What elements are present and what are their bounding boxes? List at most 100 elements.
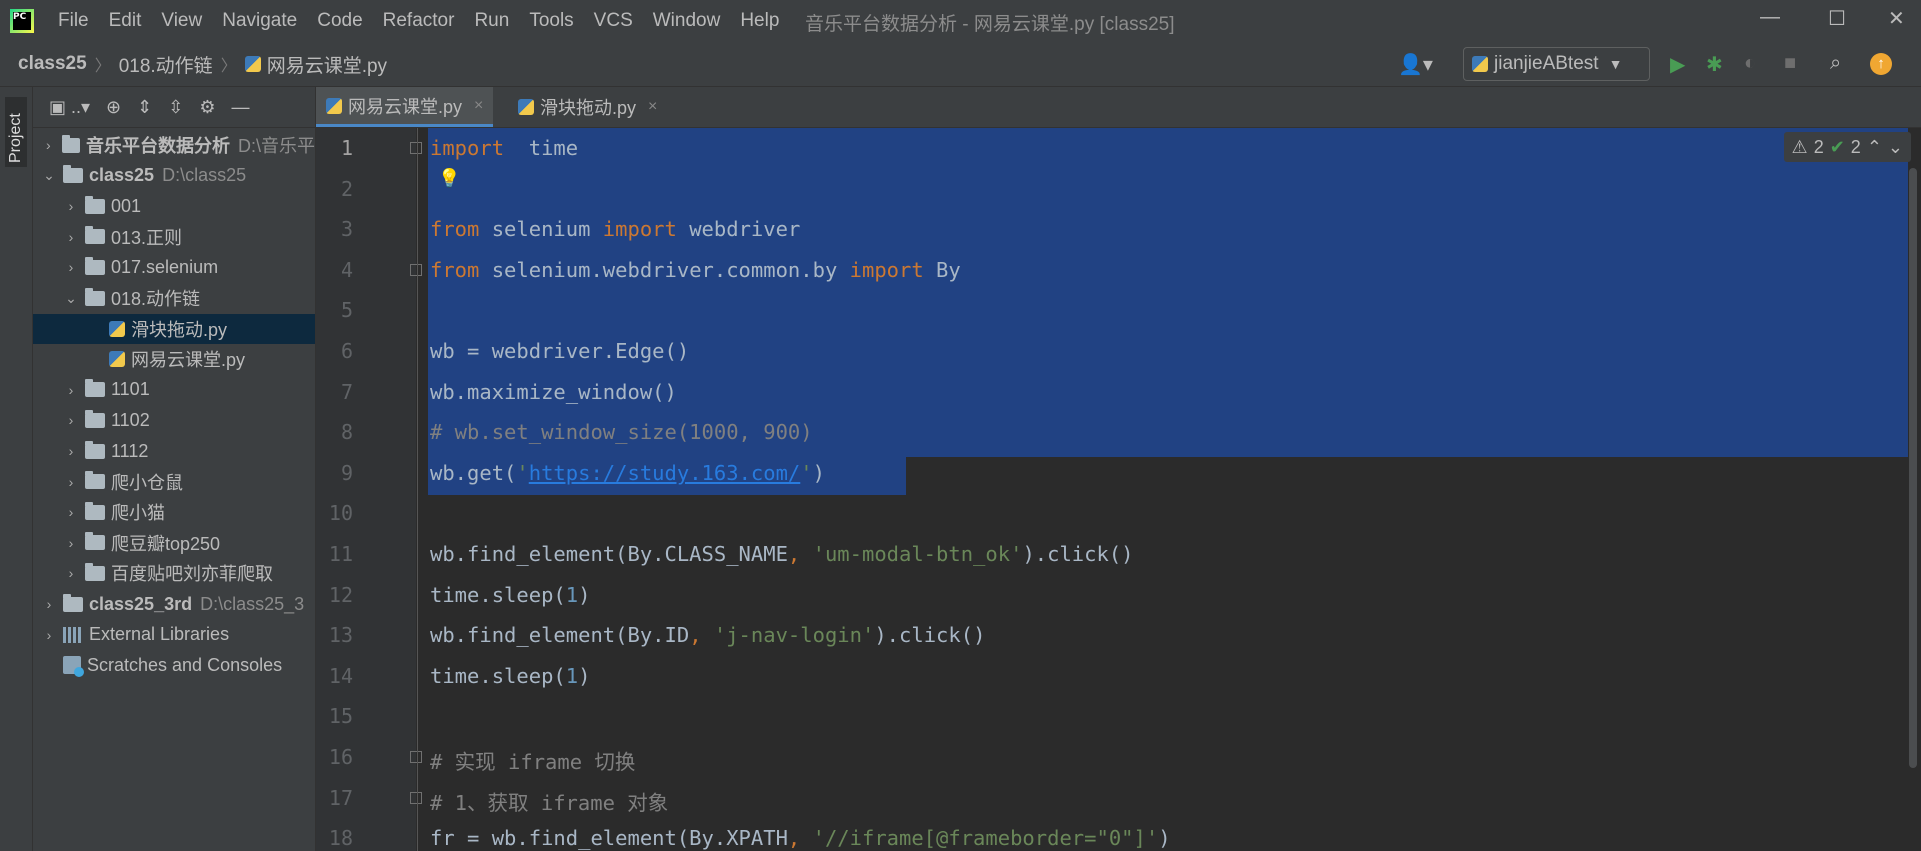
debug-icon[interactable]: ✱	[1706, 52, 1723, 77]
tree-item[interactable]: 网易云课堂.py	[33, 344, 315, 374]
code-line: fr = wb.find_element(By.XPATH, '//iframe…	[430, 826, 1171, 851]
chevron-up-icon[interactable]: ⌃	[1867, 137, 1882, 158]
close-tab-icon[interactable]: ×	[474, 97, 483, 115]
collapse-all-icon[interactable]: ⇳	[168, 97, 183, 118]
code-line: wb.maximize_window()	[430, 379, 677, 404]
chevron-right-icon[interactable]: ›	[63, 443, 79, 459]
fold-icon[interactable]	[410, 142, 422, 154]
folder-icon	[85, 532, 105, 551]
fold-icon[interactable]	[410, 263, 422, 276]
run-icon[interactable]: ▶	[1670, 52, 1685, 77]
menu-item-navigate[interactable]: Navigate	[212, 10, 307, 32]
menu-item-refactor[interactable]: Refactor	[373, 10, 465, 32]
tree-item[interactable]: Scratches and Consoles	[33, 650, 315, 680]
expand-all-icon[interactable]: ⇕	[137, 97, 152, 118]
menu-item-vcs[interactable]: VCS	[584, 10, 643, 32]
chevron-right-icon[interactable]: ›	[63, 474, 79, 490]
inspection-widget[interactable]: ⚠ 2 ✔ 2 ⌃ ⌄	[1783, 132, 1911, 162]
tree-item[interactable]: › class25_3rd D:\class25_3	[33, 589, 315, 619]
menu-item-window[interactable]: Window	[643, 10, 731, 32]
breadcrumb-folder[interactable]: 018.动作链	[119, 51, 213, 78]
gear-icon[interactable]: ⚙	[199, 97, 215, 118]
tree-item-label: 1101	[111, 379, 150, 400]
lightbulb-icon[interactable]: 💡	[438, 168, 460, 189]
update-icon[interactable]: ↑	[1870, 53, 1892, 75]
hide-icon[interactable]: —	[231, 97, 249, 118]
chevron-down-icon[interactable]: ⌄	[63, 290, 79, 307]
tree-item[interactable]: 滑块拖动.py	[33, 313, 315, 344]
tree-item[interactable]: › 1102	[33, 405, 315, 435]
close-button[interactable]: ✕	[1888, 6, 1905, 31]
chevron-right-icon[interactable]: ›	[63, 259, 79, 275]
chevron-right-icon[interactable]: ›	[63, 535, 79, 551]
maximize-button[interactable]: ☐	[1828, 6, 1846, 31]
project-toolbar: ▣ ..▾ ⊕ ⇕ ⇳ ⚙ —	[33, 87, 315, 128]
menu-item-tools[interactable]: Tools	[519, 10, 583, 32]
chevron-right-icon[interactable]: ›	[63, 412, 79, 428]
search-icon[interactable]: ⌕	[1830, 52, 1841, 75]
tree-item[interactable]: › 1101	[33, 375, 315, 405]
chevron-right-icon[interactable]: ›	[63, 504, 79, 520]
line-number: 11	[328, 542, 353, 566]
tree-item[interactable]: › 1112	[33, 436, 315, 466]
python-file-icon	[109, 320, 125, 337]
menu-item-run[interactable]: Run	[464, 10, 519, 32]
breadcrumb-file[interactable]: 网易云课堂.py	[267, 51, 387, 78]
vertical-scrollbar[interactable]	[1909, 168, 1917, 768]
chevron-right-icon[interactable]: ›	[63, 382, 79, 398]
folder-icon	[61, 134, 80, 153]
code-line: # wb.set_window_size(1000, 900)	[430, 420, 813, 445]
tree-item-label: 001	[111, 195, 142, 216]
project-tool-tab[interactable]: Project	[5, 97, 27, 167]
tree-item[interactable]: ⌄ 018.动作链	[33, 283, 315, 313]
chevron-right-icon[interactable]: ›	[41, 137, 56, 153]
breadcrumb-project[interactable]: class25	[18, 53, 87, 75]
editor-tab[interactable]: 滑块拖动.py ×	[508, 87, 667, 127]
tree-item[interactable]: › 013.正则	[33, 222, 315, 252]
code-editor[interactable]: 1 2 3 4 5 6 7 8 9 10 11 12 13 14 15 16 17 18 import time f…	[316, 128, 1921, 851]
user-icon[interactable]: 👤▾	[1398, 52, 1433, 77]
chevron-down-icon[interactable]: ⌄	[41, 167, 57, 184]
chevron-right-icon[interactable]: ›	[63, 198, 79, 214]
menu-item-view[interactable]: View	[151, 10, 212, 32]
tree-item-label: 爬小仓鼠	[111, 472, 183, 493]
tree-item[interactable]: › 音乐平台数据分析 D:\音乐平	[33, 130, 315, 160]
chevron-right-icon[interactable]: ›	[63, 565, 79, 581]
tree-item[interactable]: › 017.selenium	[33, 252, 315, 282]
library-icon	[63, 626, 83, 643]
tree-item[interactable]: › 爬小仓鼠	[33, 467, 315, 497]
menu-item-edit[interactable]: Edit	[99, 10, 152, 32]
chevron-right-icon[interactable]: ›	[41, 627, 57, 643]
tree-item[interactable]: › External Libraries	[33, 620, 315, 650]
menu-item-code[interactable]: Code	[307, 10, 372, 32]
left-tool-strip: Project	[0, 87, 33, 851]
tree-item[interactable]: › 爬小猫	[33, 497, 315, 527]
line-number: 10	[328, 501, 353, 526]
run-configuration-select[interactable]: jianjieABtest ▼	[1463, 47, 1650, 81]
minimize-button[interactable]: —	[1760, 6, 1780, 29]
tree-item[interactable]: ⌄ class25 D:\class25	[33, 161, 315, 191]
folder-icon	[63, 165, 83, 184]
tree-item[interactable]: › 百度贴吧刘亦菲爬取	[33, 558, 315, 588]
chevron-down-icon[interactable]: ⌄	[1888, 137, 1903, 158]
chevron-right-icon[interactable]: ›	[63, 229, 79, 245]
gutter-divider	[417, 128, 418, 851]
close-tab-icon[interactable]: ×	[648, 98, 657, 116]
fold-icon[interactable]	[410, 791, 422, 804]
tree-item[interactable]: › 001	[33, 191, 315, 221]
menu-item-file[interactable]: File	[48, 10, 99, 32]
editor-tab[interactable]: 网易云课堂.py ×	[316, 87, 494, 127]
line-number: 4	[340, 257, 353, 282]
breadcrumb-separator: 〉	[220, 58, 237, 75]
menu-bar: File Edit View Navigate Code Refactor Run Tools…	[48, 10, 789, 32]
chevron-right-icon[interactable]: ›	[41, 596, 57, 612]
fold-icon[interactable]	[410, 751, 422, 763]
menu-item-help[interactable]: Help	[730, 10, 789, 32]
line-number: 13	[328, 623, 353, 648]
tree-item[interactable]: › 爬豆瓣top250	[33, 528, 315, 558]
line-number: 12	[328, 582, 353, 607]
coverage-icon[interactable]: ◐	[1744, 52, 1756, 75]
stop-icon[interactable]: ■	[1784, 52, 1796, 75]
project-view-icon[interactable]: ▣ ..▾	[49, 97, 90, 118]
locate-icon[interactable]: ⊕	[106, 97, 121, 118]
